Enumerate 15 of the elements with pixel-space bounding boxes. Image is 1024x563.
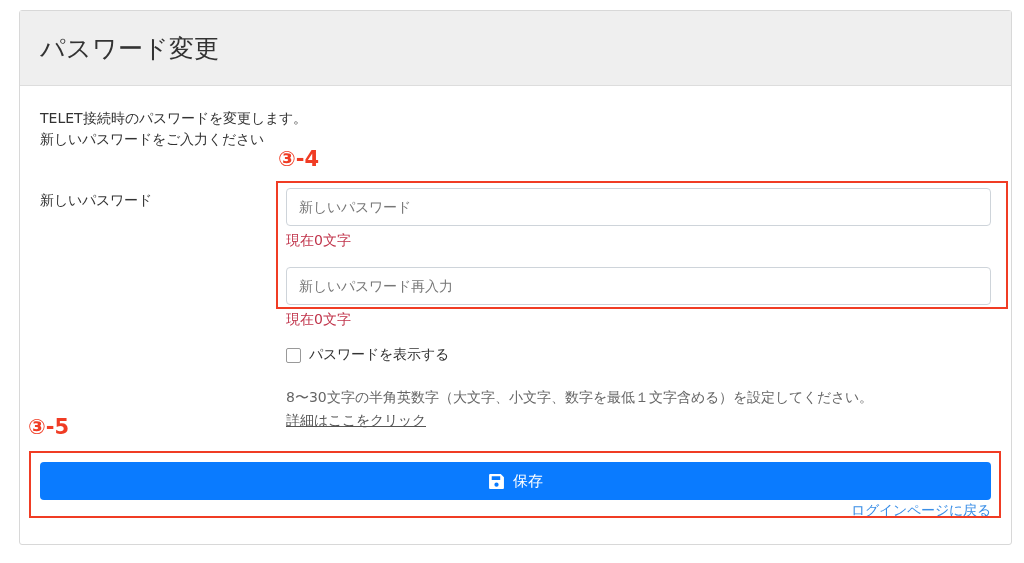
char-count: 現在0文字: [286, 311, 352, 329]
intro-text: 新しいパスワードをご入力ください: [40, 130, 265, 149]
annotation-label: ③-4: [278, 147, 320, 171]
checkbox-label: パスワードを表示する: [309, 346, 449, 364]
char-count: 現在0文字: [286, 232, 352, 250]
page-title: パスワード変更: [40, 32, 219, 65]
field-label: 新しいパスワード: [40, 191, 153, 210]
checkbox[interactable]: [286, 347, 301, 363]
intro-text: TELET接続時のパスワードを変更します。: [40, 109, 308, 128]
save-button[interactable]: 保存: [40, 462, 991, 500]
password-input[interactable]: 新しいパスワード再入力: [286, 267, 991, 305]
password-input[interactable]: 新しいパスワード: [286, 188, 991, 226]
password-hint: 8〜30文字の半角英数字（大文字、小文字、数字を最低１文字含める）を設定してください。 詳細はここをクリック: [286, 388, 874, 430]
details-link[interactable]: 詳細はここをクリック: [286, 412, 426, 428]
annotation-label: ③-5: [28, 415, 70, 439]
